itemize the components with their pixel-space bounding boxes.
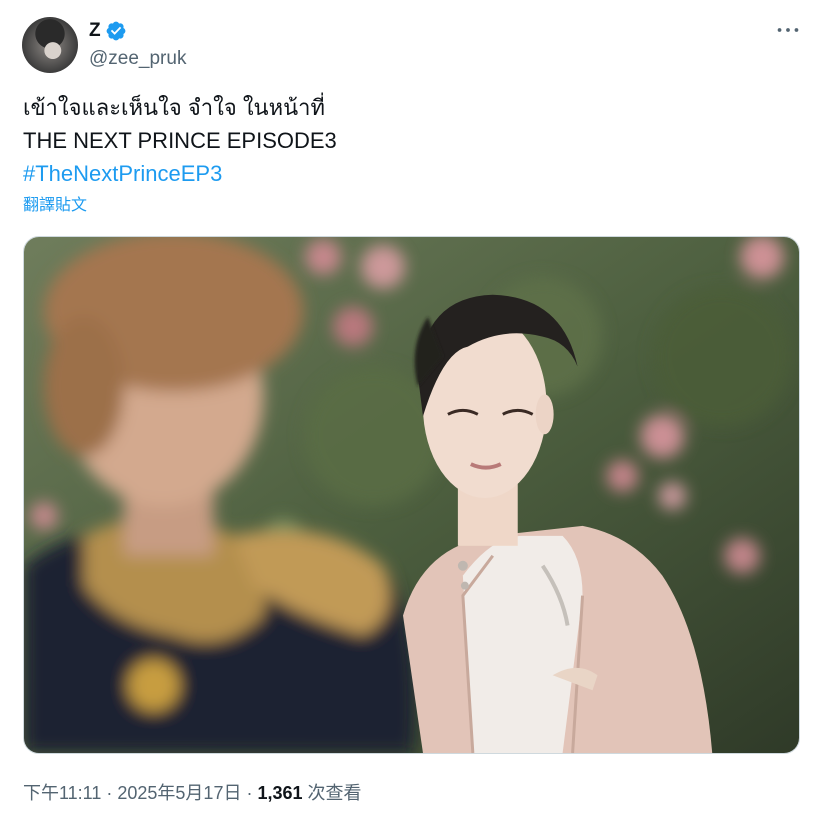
tweet-photo[interactable]	[23, 236, 800, 754]
translate-post-link[interactable]: 翻譯貼文	[23, 194, 87, 218]
avatar[interactable]	[22, 17, 78, 73]
tweet: Z @zee_pruk เข้าใจและเห็นใจ จำใจ ในหน้าท…	[0, 0, 821, 820]
author-handle[interactable]: @zee_pruk	[89, 47, 186, 71]
meta-separator: ·	[241, 783, 258, 803]
hashtag-link[interactable]: #TheNextPrinceEP3	[23, 158, 222, 190]
post-date[interactable]: 2025年5月17日	[117, 783, 241, 803]
author-name-row: Z	[89, 17, 127, 45]
post-time[interactable]: 下午11:11	[23, 783, 101, 803]
display-name[interactable]: Z	[89, 17, 101, 45]
verified-badge-icon	[105, 20, 127, 42]
tweet-meta: 下午11:11 · 2025年5月17日 · 1,361 次查看	[23, 780, 362, 806]
meta-separator: ·	[101, 783, 118, 803]
more-options-icon[interactable]	[775, 20, 801, 40]
tweet-text-line-2: THE NEXT PRINCE EPISODE3	[23, 128, 337, 153]
view-count-label: 次查看	[302, 783, 362, 803]
tweet-text-line-1: เข้าใจและเห็นใจ จำใจ ในหน้าที่	[23, 95, 325, 120]
view-count: 1,361	[257, 783, 303, 803]
photo-illustration	[24, 237, 799, 753]
